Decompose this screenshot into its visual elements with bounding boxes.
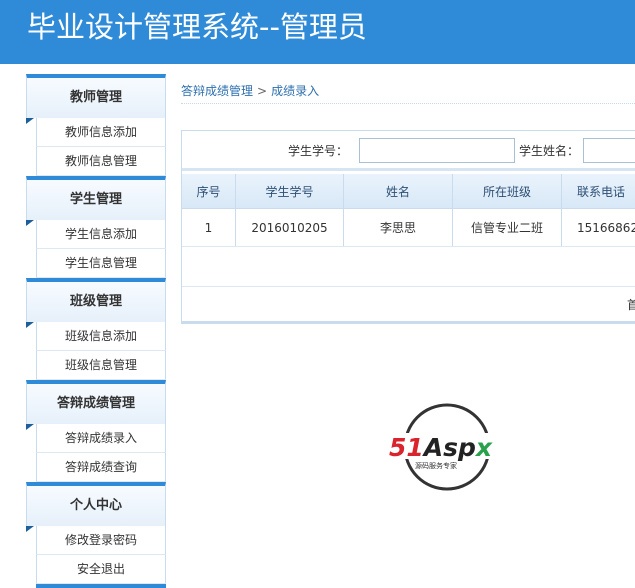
cell-student-id: 2016010205 bbox=[236, 209, 344, 246]
sidebar-item-logout[interactable]: 安全退出 bbox=[36, 555, 166, 584]
cell-class: 信管专业二班 bbox=[453, 209, 562, 246]
sidebar-group-title-student[interactable]: 学生管理 bbox=[26, 176, 166, 226]
score-entry-panel: 学生学号： 学生姓名： 序号 学生学号 姓名 所在班级 联系电话 1 20160… bbox=[181, 130, 635, 324]
sidebar-group-title-score[interactable]: 答辩成绩管理 bbox=[26, 380, 166, 430]
watermark-logo: 51Aspx 源码服务专家 bbox=[389, 403, 511, 491]
sidebar: 教师管理 教师信息添加 教师信息管理 学生管理 学生信息添加 学生信息管理 班级… bbox=[26, 74, 166, 588]
sidebar-item-query-score[interactable]: 答辩成绩查询 bbox=[36, 453, 166, 482]
cell-name: 李思思 bbox=[344, 209, 453, 246]
sidebar-group-student: 学生管理 学生信息添加 学生信息管理 bbox=[26, 176, 166, 278]
sidebar-group-teacher: 教师管理 教师信息添加 教师信息管理 bbox=[26, 74, 166, 176]
breadcrumb-separator: > bbox=[257, 84, 268, 98]
student-id-input[interactable] bbox=[359, 138, 515, 163]
sidebar-item-add-class[interactable]: 班级信息添加 bbox=[36, 322, 166, 351]
sidebar-group-title-class[interactable]: 班级管理 bbox=[26, 278, 166, 328]
sidebar-item-enter-score[interactable]: 答辩成绩录入 bbox=[36, 424, 166, 453]
student-name-input[interactable] bbox=[583, 138, 635, 163]
sidebar-group-title-personal[interactable]: 个人中心 bbox=[26, 482, 166, 532]
breadcrumb-divider bbox=[181, 103, 635, 104]
sidebar-item-add-teacher[interactable]: 教师信息添加 bbox=[36, 118, 166, 147]
table-header: 序号 学生学号 姓名 所在班级 联系电话 bbox=[182, 174, 635, 209]
breadcrumb: 答辩成绩管理 > 成绩录入 bbox=[181, 82, 319, 99]
column-header-phone: 联系电话 bbox=[577, 184, 626, 199]
breadcrumb-current: 成绩录入 bbox=[271, 84, 320, 98]
student-name-label: 学生姓名： bbox=[519, 144, 580, 158]
logo-tagline: 源码服务专家 bbox=[415, 461, 457, 470]
logo-brand: 51Aspx bbox=[389, 433, 493, 462]
sidebar-group-class: 班级管理 班级信息添加 班级信息管理 bbox=[26, 278, 166, 380]
sidebar-item-manage-class[interactable]: 班级信息管理 bbox=[36, 351, 166, 380]
cell-index: 1 bbox=[182, 209, 236, 246]
student-id-label: 学生学号： bbox=[288, 144, 349, 158]
column-header-name: 姓名 bbox=[344, 174, 453, 208]
table-row[interactable]: 1 2016010205 李思思 信管专业二班 15166862 bbox=[182, 209, 635, 247]
pager-first-link[interactable]: 首 bbox=[627, 296, 635, 313]
sidebar-group-score: 答辩成绩管理 答辩成绩录入 答辩成绩查询 bbox=[26, 380, 166, 482]
sidebar-item-manage-teacher[interactable]: 教师信息管理 bbox=[36, 147, 166, 176]
column-header-class: 所在班级 bbox=[453, 174, 562, 208]
breadcrumb-parent[interactable]: 答辩成绩管理 bbox=[181, 84, 253, 98]
cell-phone: 15166862 bbox=[577, 220, 635, 235]
sidebar-item-change-password[interactable]: 修改登录密码 bbox=[36, 526, 166, 555]
sidebar-group-title-teacher[interactable]: 教师管理 bbox=[26, 74, 166, 124]
pager-divider bbox=[182, 286, 635, 287]
sidebar-item-manage-student[interactable]: 学生信息管理 bbox=[36, 249, 166, 278]
app-title: 毕业设计管理系统--管理员 bbox=[27, 10, 367, 44]
sidebar-item-add-student[interactable]: 学生信息添加 bbox=[36, 220, 166, 249]
column-header-index: 序号 bbox=[182, 174, 236, 208]
app-header: 毕业设计管理系统--管理员 bbox=[0, 0, 635, 64]
search-row: 学生学号： 学生姓名： bbox=[182, 131, 635, 171]
column-header-student-id: 学生学号 bbox=[236, 174, 344, 208]
sidebar-group-personal: 个人中心 修改登录密码 安全退出 bbox=[26, 482, 166, 584]
